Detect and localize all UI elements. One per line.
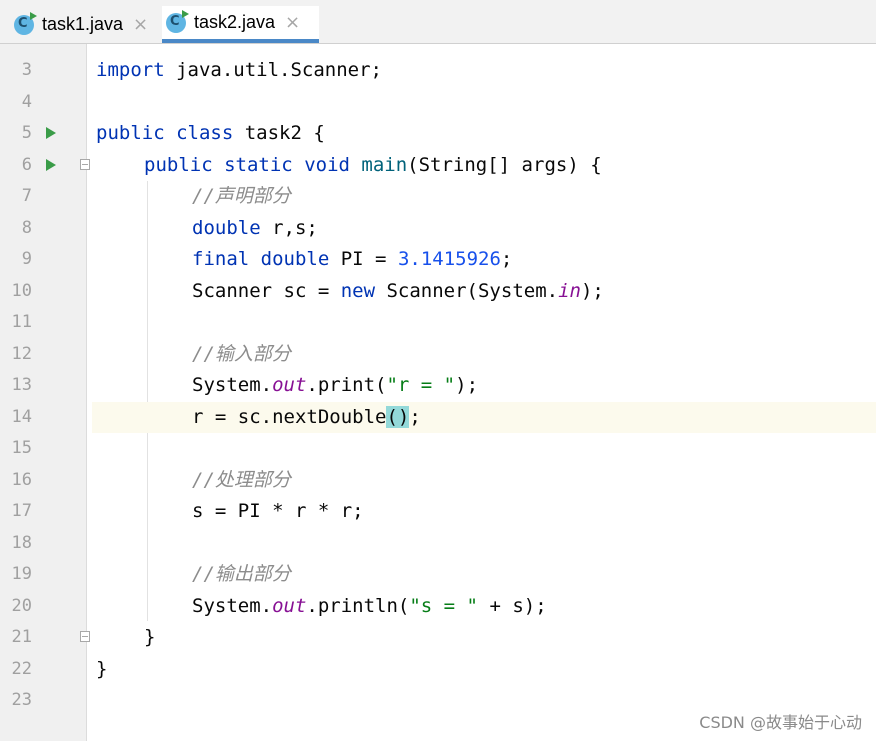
- line-number: 10: [11, 281, 32, 301]
- current-line-highlight: r = sc.nextDouble();: [92, 402, 876, 433]
- line-number: 8: [21, 218, 32, 238]
- code-line: 7 //声明部分: [0, 181, 876, 212]
- code-text: System.out.print("r = ");: [192, 374, 479, 396]
- code-line: 12 //输入部分: [0, 339, 876, 370]
- line-number: 13: [11, 375, 32, 395]
- line-number: 7: [21, 186, 32, 206]
- line-number: 23: [11, 690, 32, 710]
- comment-text: //声明部分: [192, 185, 291, 207]
- tab-task2-java[interactable]: C task2.java ×: [162, 6, 319, 43]
- comment-text: //输出部分: [192, 563, 291, 585]
- line-number: 11: [11, 312, 32, 332]
- code-line: 22 }: [0, 654, 876, 685]
- code-text: }: [144, 626, 156, 648]
- fold-icon[interactable]: [80, 631, 90, 642]
- code-line: 14: [0, 402, 86, 433]
- close-icon[interactable]: ×: [133, 14, 148, 35]
- code-text: r = sc.nextDouble();: [192, 406, 421, 428]
- code-line: 13 System.out.print("r = ");: [0, 370, 876, 401]
- code-line: 4: [0, 87, 876, 118]
- line-number: 16: [11, 470, 32, 490]
- close-icon[interactable]: ×: [285, 12, 300, 33]
- code-text: System.out.println("s = " + s);: [192, 595, 547, 617]
- comment-text: //输入部分: [192, 343, 291, 365]
- line-number: 5: [21, 123, 32, 143]
- code-line: 3 import java.util.Scanner;: [0, 55, 876, 86]
- line-number: 17: [11, 501, 32, 521]
- code-line: 20 System.out.println("s = " + s);: [0, 591, 876, 622]
- code-line: 19 //输出部分: [0, 559, 876, 590]
- line-number: 15: [11, 438, 32, 458]
- code-text: s = PI * r * r;: [192, 500, 364, 522]
- line-number: 21: [11, 627, 32, 647]
- run-icon[interactable]: [46, 127, 56, 139]
- line-number: 3: [21, 60, 32, 80]
- line-number: 22: [11, 659, 32, 679]
- tab-task1-java[interactable]: C task1.java ×: [10, 6, 160, 43]
- line-number: 18: [11, 533, 32, 553]
- java-class-icon: C: [14, 11, 37, 35]
- code-line: 17 s = PI * r * r;: [0, 496, 876, 527]
- comment-text: //处理部分: [192, 469, 291, 491]
- line-number: 4: [21, 92, 32, 112]
- fold-icon[interactable]: [80, 159, 90, 170]
- code-line: 11: [0, 307, 876, 338]
- tab-label: task2.java: [194, 12, 276, 32]
- brace-match-highlight: (): [386, 406, 410, 428]
- line-number: 9: [21, 249, 32, 269]
- code-text: }: [96, 658, 108, 680]
- code-line: 5 public class task2 {: [0, 118, 876, 149]
- line-number: 19: [11, 564, 32, 584]
- line-number: 20: [11, 596, 32, 616]
- code-line: 15: [0, 433, 876, 464]
- tab-label: task1.java: [42, 14, 124, 34]
- code-line: 16 //处理部分: [0, 465, 876, 496]
- code-text: public class task2 {: [96, 122, 325, 144]
- line-number: 14: [11, 407, 32, 427]
- line-number: 6: [21, 155, 32, 175]
- code-text: final double PI = 3.1415926;: [192, 248, 513, 270]
- java-class-icon: C: [166, 9, 189, 33]
- line-number: 12: [11, 344, 32, 364]
- code-line: 9 final double PI = 3.1415926;: [0, 244, 876, 275]
- code-text: double r,s;: [192, 217, 318, 239]
- code-text: import java.util.Scanner;: [96, 59, 382, 81]
- code-text: Scanner sc = new Scanner(System.in);: [192, 280, 604, 302]
- run-icon[interactable]: [46, 159, 56, 171]
- code-line: 6 public static void main(String[] args)…: [0, 150, 876, 181]
- code-line: 8 double r,s;: [0, 213, 876, 244]
- code-line: 21 }: [0, 622, 876, 653]
- code-line: 10 Scanner sc = new Scanner(System.in);: [0, 276, 876, 307]
- code-text: public static void main(String[] args) {: [144, 154, 602, 176]
- editor-tab-bar: C task1.java × C task2.java ×: [0, 0, 876, 44]
- watermark: CSDN @故事始于心动: [699, 713, 862, 732]
- code-line: 18: [0, 528, 876, 559]
